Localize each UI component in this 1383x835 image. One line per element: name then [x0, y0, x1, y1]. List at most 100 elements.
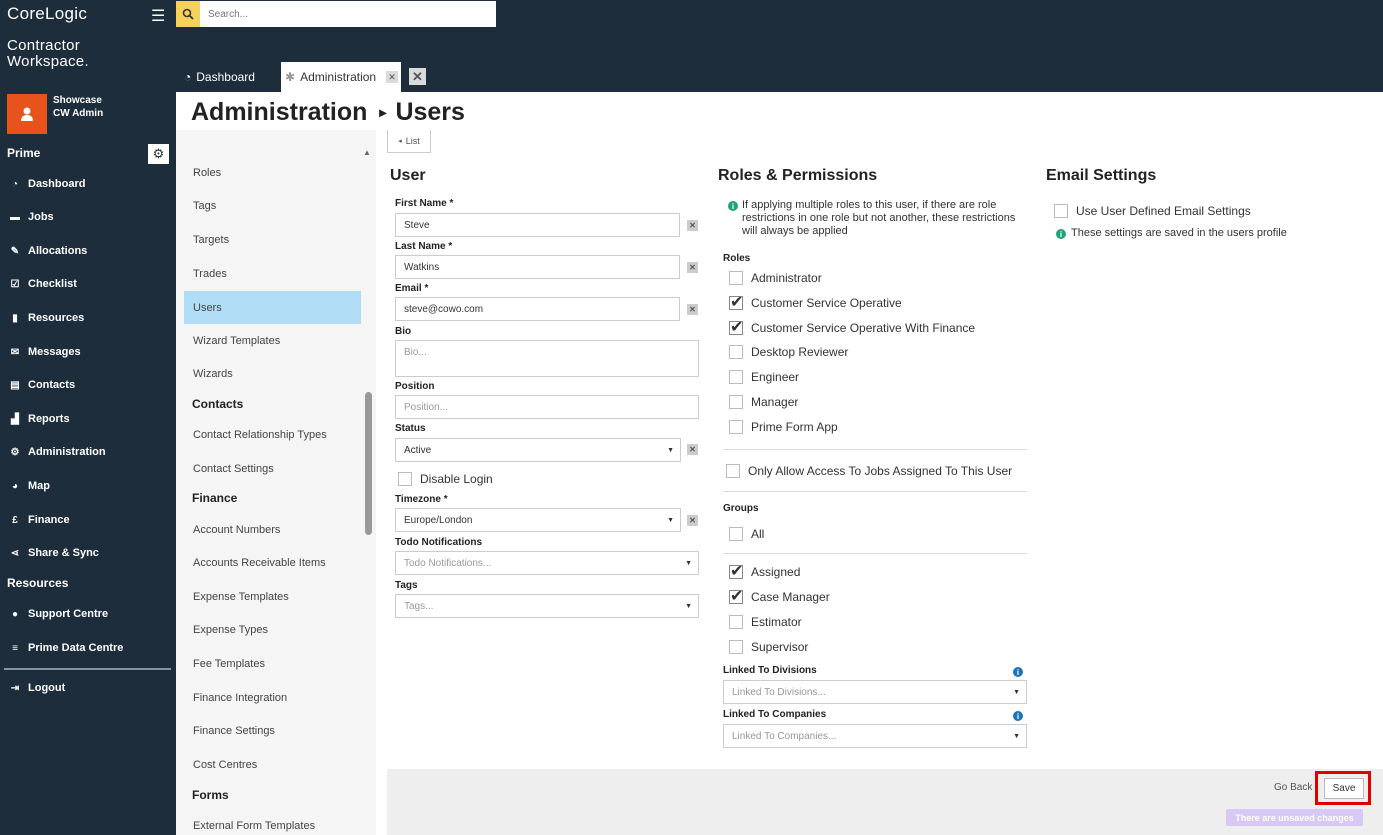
status-select[interactable]: Active ▼ [395, 438, 681, 462]
nav-item-dashboard[interactable]: ◔ Dashboard [8, 174, 86, 194]
nav-item-messages[interactable]: ✉ Messages [8, 342, 81, 362]
envelope-icon: ✉ [10, 346, 20, 358]
nav-item-support-centre[interactable]: ● Support Centre [8, 604, 108, 624]
subnav-item-wizards[interactable]: Wizards [184, 357, 361, 390]
nav-item-administration[interactable]: ⚙ Administration [8, 442, 106, 462]
nav-item-jobs[interactable]: ▬ Jobs [8, 207, 54, 227]
role-checkbox[interactable] [729, 271, 743, 285]
subnav-scrollbar[interactable] [365, 392, 372, 535]
subnav-item-users[interactable]: Users [184, 291, 361, 324]
section-prime: Prime [7, 146, 41, 160]
nav-item-map[interactable]: ◕ Map [8, 476, 50, 496]
clear-email-icon[interactable]: ✕ [687, 304, 698, 315]
tab-administration[interactable]: ✱ Administration ✕ [281, 62, 401, 92]
subnav-item-wizard-templates[interactable]: Wizard Templates [184, 324, 361, 357]
close-all-tabs-icon[interactable]: ✕ [409, 68, 426, 85]
folder-icon: ▬ [10, 211, 20, 223]
subnav-item-finance-settings[interactable]: Finance Settings [184, 714, 361, 747]
save-button[interactable]: Save [1324, 778, 1364, 799]
position-field[interactable] [395, 395, 699, 419]
gear-icon[interactable]: ⚙ [148, 144, 169, 164]
subnav-item-roles[interactable]: Roles [184, 156, 361, 189]
brand-logo: CoreLogic [7, 4, 88, 23]
email-settings-title: Email Settings [1046, 167, 1157, 184]
hamburger-menu-icon[interactable]: ☰ [151, 6, 165, 26]
go-back-link[interactable]: Go Back [1274, 782, 1312, 793]
logout-button[interactable]: ⇥ Logout [8, 678, 65, 698]
subnav-item-expense-types[interactable]: Expense Types [184, 613, 361, 646]
role-checkbox[interactable] [729, 370, 743, 385]
last-name-label: Last Name * [395, 241, 453, 252]
tab-dashboard[interactable]: ◔ Dashboard [184, 62, 255, 92]
email-field[interactable] [395, 297, 680, 321]
search-icon[interactable] [176, 1, 200, 27]
role-checkbox[interactable] [729, 345, 743, 360]
group-all-checkbox[interactable] [729, 527, 743, 541]
user-icon [21, 107, 33, 121]
info-icon[interactable]: i [1013, 667, 1023, 677]
nav-item-allocations[interactable]: ✎ Allocations [8, 241, 88, 261]
group-checkbox[interactable] [729, 561, 743, 581]
first-name-field[interactable] [395, 213, 680, 237]
use-defined-email-label: Use User Defined Email Settings [1076, 204, 1251, 218]
info-icon: i [728, 201, 738, 211]
nav-item-resources[interactable]: ▮ Resources [8, 308, 84, 328]
user-role: CW Admin [53, 108, 104, 119]
subnav-item-expense-templates[interactable]: Expense Templates [184, 580, 361, 613]
only-assigned-checkbox[interactable] [726, 464, 740, 478]
roles-section-title: Roles & Permissions [718, 167, 878, 184]
subnav-item-finance-integration[interactable]: Finance Integration [184, 681, 361, 714]
group-checkbox[interactable] [729, 586, 743, 606]
group-checkbox[interactable] [729, 640, 743, 654]
role-checkbox[interactable] [729, 419, 743, 434]
email-settings-info: These settings are saved in the users pr… [1071, 227, 1287, 239]
search-input[interactable] [200, 1, 496, 27]
linked-divisions-select[interactable]: Linked To Divisions... ▼ [723, 680, 1027, 704]
tags-select[interactable]: Tags... ▼ [395, 594, 699, 618]
nav-item-checklist[interactable]: ☑ Checklist [8, 274, 77, 294]
bio-field[interactable] [395, 340, 699, 377]
clear-last-name-icon[interactable]: ✕ [687, 262, 698, 273]
subnav-item-targets[interactable]: Targets [184, 223, 361, 256]
use-defined-email-checkbox[interactable] [1054, 204, 1068, 218]
caret-left-icon: ◂ [398, 138, 402, 145]
subnav-item-contact-settings[interactable]: Contact Settings [184, 452, 361, 485]
role-checkbox[interactable] [729, 292, 743, 312]
subnav-item-account-numbers[interactable]: Account Numbers [184, 513, 361, 546]
subnav-item-accounts-receivable-items[interactable]: Accounts Receivable Items [184, 546, 361, 579]
role-checkbox[interactable] [729, 395, 743, 409]
linked-companies-select[interactable]: Linked To Companies... ▼ [723, 724, 1027, 748]
nav-divider [4, 668, 171, 670]
disable-login-checkbox[interactable] [398, 472, 412, 486]
chevron-down-icon: ▼ [667, 447, 674, 454]
nav-item-prime-data-centre[interactable]: ≡ Prime Data Centre [8, 638, 123, 658]
clear-first-name-icon[interactable]: ✕ [687, 220, 698, 231]
list-button[interactable]: ◂ List [387, 130, 431, 153]
subnav-item-external-form-templates[interactable]: External Form Templates [184, 809, 361, 835]
nav-item-reports[interactable]: ▟ Reports [8, 409, 69, 429]
subnav-item-cost-centres[interactable]: Cost Centres [184, 748, 361, 781]
clear-timezone-icon[interactable]: ✕ [687, 515, 698, 526]
status-label: Status [395, 423, 426, 434]
group-checkbox[interactable] [729, 615, 743, 629]
nav-item-share-sync[interactable]: ⋖ Share & Sync [8, 543, 99, 563]
subnav-item-contact-relationship-types[interactable]: Contact Relationship Types [184, 418, 361, 451]
subnav-item-trades[interactable]: Trades [184, 257, 361, 290]
last-name-field[interactable] [395, 255, 680, 279]
linked-divisions-label: Linked To Divisions [723, 665, 817, 676]
close-tab-icon[interactable]: ✕ [386, 71, 398, 83]
avatar[interactable] [7, 94, 47, 134]
scroll-up-icon[interactable]: ▲ [363, 148, 371, 157]
info-icon[interactable]: i [1013, 711, 1023, 721]
database-icon: ≡ [12, 642, 18, 654]
subnav-item-fee-templates[interactable]: Fee Templates [184, 647, 361, 680]
nav-item-finance[interactable]: £ Finance [8, 510, 69, 530]
disable-login-label: Disable Login [420, 472, 493, 486]
timezone-select[interactable]: Europe/London ▼ [395, 508, 681, 532]
role-checkbox[interactable] [729, 317, 743, 337]
left-navigation: CoreLogic ☰ Contractor Workspace. Showca… [0, 0, 176, 835]
todo-notifications-select[interactable]: Todo Notifications... ▼ [395, 551, 699, 575]
nav-item-contacts[interactable]: ▤ Contacts [8, 375, 75, 395]
subnav-item-tags[interactable]: Tags [184, 189, 361, 222]
clear-status-icon[interactable]: ✕ [687, 444, 698, 455]
